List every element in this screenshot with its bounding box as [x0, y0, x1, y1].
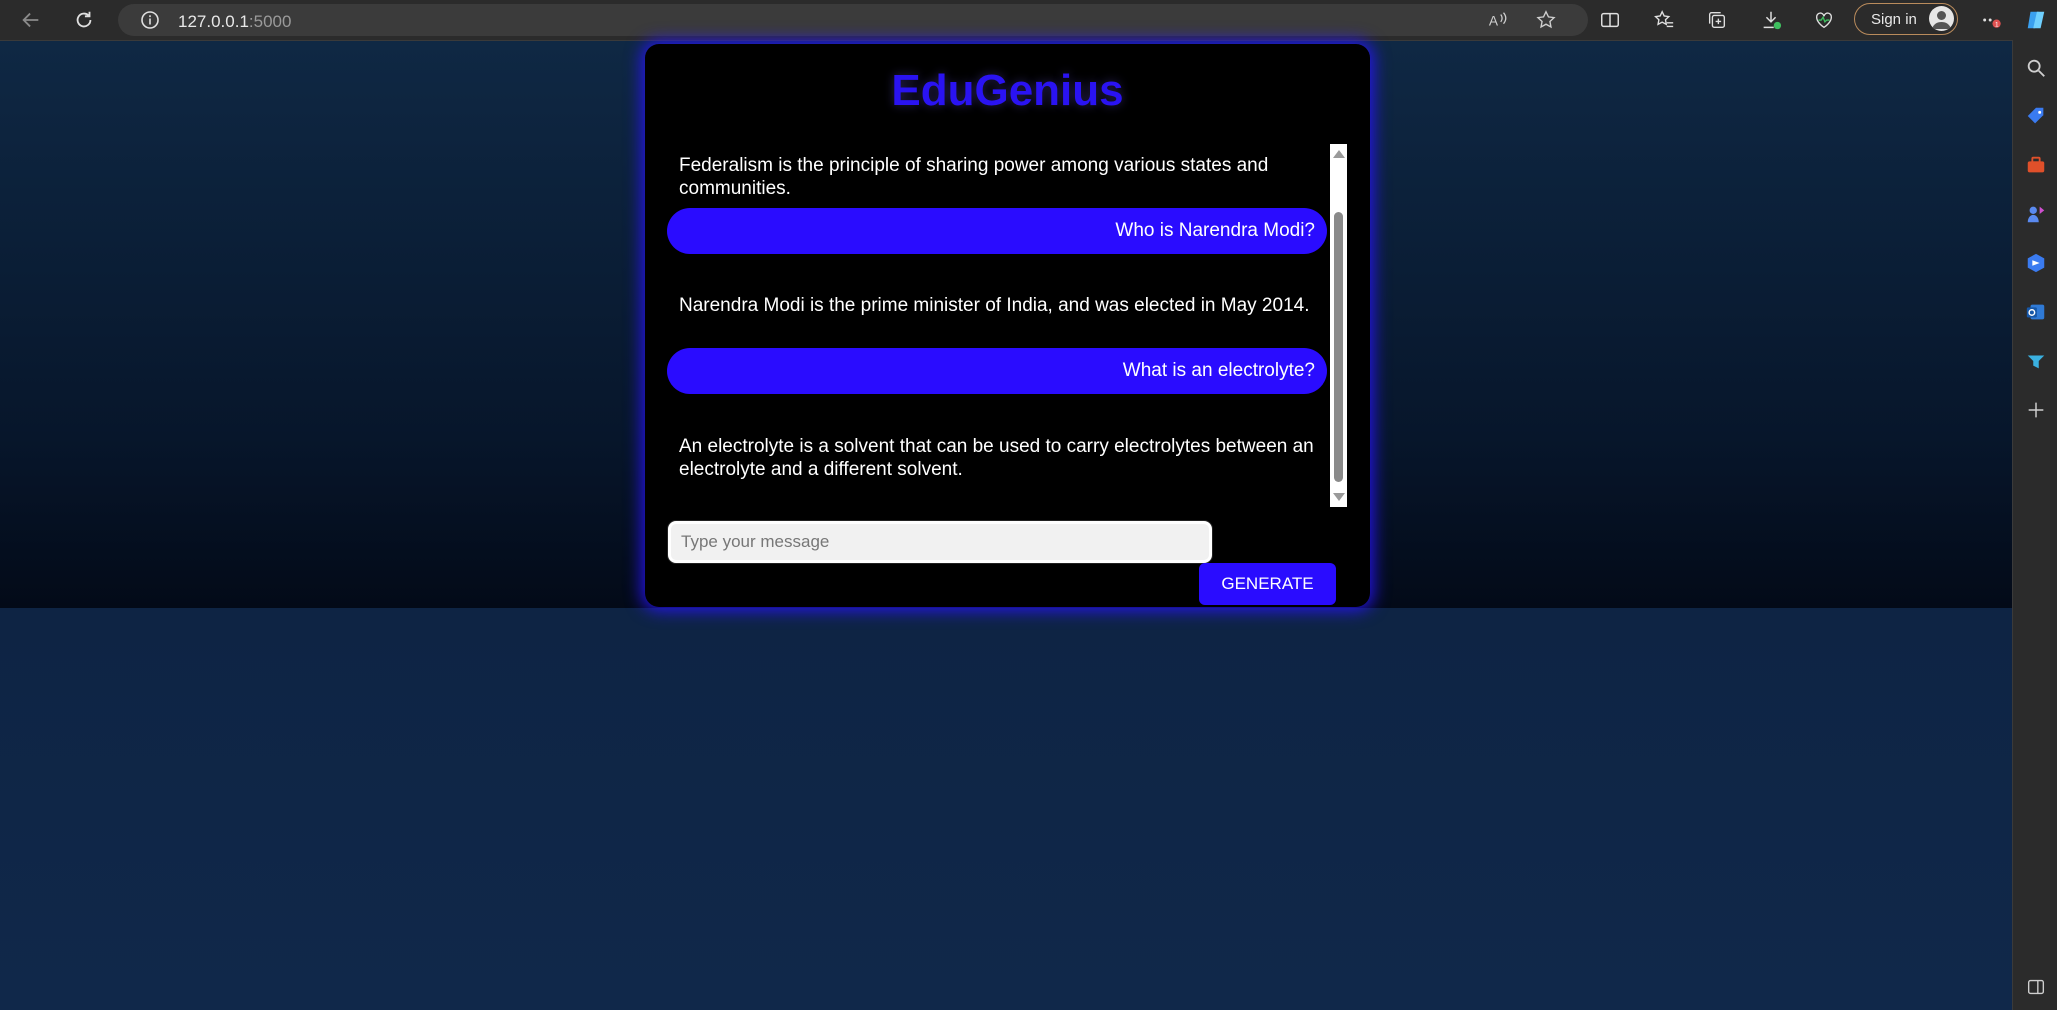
drop-icon[interactable] — [2024, 349, 2048, 373]
games-icon[interactable] — [2024, 202, 2048, 226]
favorite-star-icon[interactable] — [1532, 6, 1560, 34]
svg-text:A: A — [1489, 14, 1499, 29]
page-bottom-background — [0, 608, 2012, 1010]
user-message: What is an electrolyte? — [667, 348, 1327, 394]
collections-icon[interactable] — [1703, 6, 1731, 34]
add-icon[interactable] — [2024, 398, 2048, 422]
scroll-down-arrow-icon[interactable] — [1333, 493, 1345, 501]
generate-button[interactable]: GENERATE — [1199, 563, 1336, 605]
chat-scrollbar[interactable] — [1330, 144, 1347, 507]
chat-log[interactable]: Federalism is the principle of sharing p… — [667, 144, 1331, 507]
back-arrow-icon[interactable] — [17, 6, 45, 34]
scrollbar-thumb[interactable] — [1334, 212, 1343, 482]
favorites-icon[interactable] — [1650, 6, 1678, 34]
avatar-icon — [1929, 6, 1954, 31]
browser-essentials-icon[interactable] — [1810, 6, 1838, 34]
more-icon[interactable]: 1 — [1978, 6, 2006, 34]
bot-message: An electrolyte is a solvent that can be … — [667, 425, 1327, 491]
scroll-up-arrow-icon[interactable] — [1333, 150, 1345, 158]
copilot-icon[interactable] — [2022, 6, 2050, 34]
bot-message: Narendra Modi is the prime minister of I… — [667, 284, 1327, 327]
shopping-icon[interactable] — [2024, 104, 2048, 128]
sign-in-button[interactable]: Sign in — [1854, 3, 1958, 35]
address-bar[interactable]: 127.0.0.1:5000 A — [118, 4, 1588, 36]
outlook-icon[interactable] — [2024, 300, 2048, 324]
sign-in-label: Sign in — [1871, 11, 1917, 28]
split-screen-icon[interactable] — [1596, 6, 1624, 34]
tools-icon[interactable] — [2024, 153, 2048, 177]
url-port: :5000 — [248, 12, 292, 31]
browser-toolbar: 127.0.0.1:5000 A Sign in 1 — [0, 0, 2057, 41]
sidebar-toggle-icon[interactable] — [2024, 975, 2048, 999]
url-host: 127.0.0.1 — [178, 12, 249, 31]
copilot-sidebar-icon[interactable] — [2024, 251, 2048, 275]
bot-message: Federalism is the principle of sharing p… — [667, 144, 1327, 210]
message-input[interactable] — [668, 521, 1212, 563]
search-icon[interactable] — [2024, 56, 2048, 80]
user-message: Who is Narendra Modi? — [667, 208, 1327, 254]
read-aloud-icon[interactable]: A — [1484, 6, 1512, 34]
page-viewport: EduGenius Federalism is the principle of… — [0, 41, 2012, 1010]
info-icon[interactable] — [140, 10, 160, 30]
app-title: EduGenius — [891, 66, 1124, 115]
refresh-icon[interactable] — [70, 6, 98, 34]
edge-sidebar — [2012, 40, 2057, 1010]
url-text: 127.0.0.1:5000 — [178, 12, 291, 32]
downloads-icon[interactable] — [1757, 6, 1785, 34]
svg-text:1: 1 — [1995, 21, 1999, 28]
chat-card: EduGenius Federalism is the principle of… — [645, 44, 1370, 607]
